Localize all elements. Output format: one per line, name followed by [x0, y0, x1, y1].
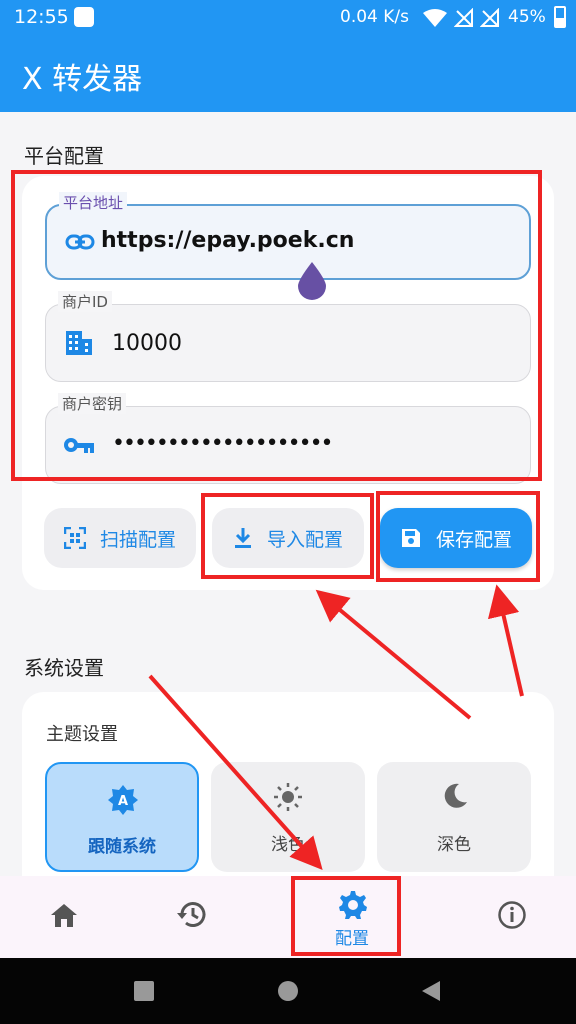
annotation-arrow-3 [487, 584, 524, 697]
annotation-arrow-1 [148, 674, 323, 870]
annotation-arrow-2 [315, 589, 472, 720]
annotation-arrows [148, 584, 524, 870]
